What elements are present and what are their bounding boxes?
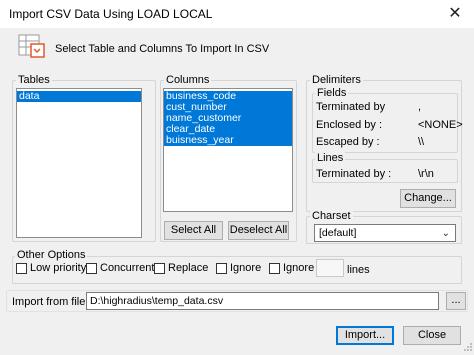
escaped-by-label: Escaped by : xyxy=(316,136,380,148)
tables-label: Tables xyxy=(16,74,52,86)
ignore-lines-prefix-label: Ignore xyxy=(283,262,315,274)
lines-label: Lines xyxy=(315,152,346,164)
change-delimiters-button[interactable]: Change... xyxy=(400,189,456,208)
ignore-lines-suffix-label: lines xyxy=(347,264,370,276)
concurrent-checkbox[interactable] xyxy=(86,263,97,274)
low-priority-checkbox[interactable] xyxy=(16,263,27,274)
fields-label: Fields xyxy=(315,87,349,99)
charset-selected-value: [default] xyxy=(319,227,357,239)
low-priority-label: Low priority xyxy=(30,262,87,274)
close-button[interactable]: Close xyxy=(403,326,461,345)
lines-terminated-label: Terminated by : xyxy=(316,168,392,180)
import-file-path-input[interactable]: D:\highradius\temp_data.csv xyxy=(86,292,439,310)
delimiters-label: Delimiters xyxy=(310,74,363,86)
columns-listbox[interactable]: business_code cust_number name_customer … xyxy=(163,88,293,212)
table-import-icon xyxy=(18,33,48,61)
other-options-label: Other Options xyxy=(15,249,88,261)
deselect-all-button[interactable]: Deselect All xyxy=(228,221,289,240)
fields-terminated-value[interactable]: , xyxy=(418,101,421,113)
enclosed-by-value[interactable]: <NONE> xyxy=(418,119,463,131)
column-item-buisness-year[interactable]: buisness_year xyxy=(164,135,292,146)
replace-checkbox[interactable] xyxy=(154,263,165,274)
charset-select[interactable]: [default] ⌄ xyxy=(314,224,456,242)
select-all-button[interactable]: Select All xyxy=(164,221,223,240)
fields-terminated-label: Terminated by xyxy=(316,101,386,113)
replace-label: Replace xyxy=(168,262,209,274)
charset-label: Charset xyxy=(310,210,353,222)
close-window-button[interactable]: ✕ xyxy=(438,2,472,26)
enclosed-by-label: Enclosed by : xyxy=(316,119,383,131)
tables-list-item-data[interactable]: data xyxy=(17,91,141,102)
concurrent-label: Concurrent xyxy=(100,262,155,274)
ignore-checkbox[interactable] xyxy=(216,263,227,274)
escaped-by-value[interactable]: \\ xyxy=(418,136,424,148)
tables-listbox[interactable]: data xyxy=(16,88,142,238)
browse-file-button[interactable]: ... xyxy=(446,292,466,310)
chevron-down-icon: ⌄ xyxy=(441,228,450,239)
import-button[interactable]: Import... xyxy=(336,326,394,345)
lines-terminated-value[interactable]: \r\n xyxy=(418,168,434,180)
ignore-label: Ignore xyxy=(230,262,262,274)
import-file-label: Import from file xyxy=(12,296,86,308)
ignore-lines-count-input[interactable] xyxy=(316,259,344,277)
ignore-lines-checkbox[interactable] xyxy=(269,263,280,274)
resize-grip-icon[interactable] xyxy=(463,342,473,352)
header-instruction: Select Table and Columns To Import In CS… xyxy=(55,43,270,55)
columns-label: Columns xyxy=(164,74,212,86)
window-title: Import CSV Data Using LOAD LOCAL xyxy=(9,7,213,21)
